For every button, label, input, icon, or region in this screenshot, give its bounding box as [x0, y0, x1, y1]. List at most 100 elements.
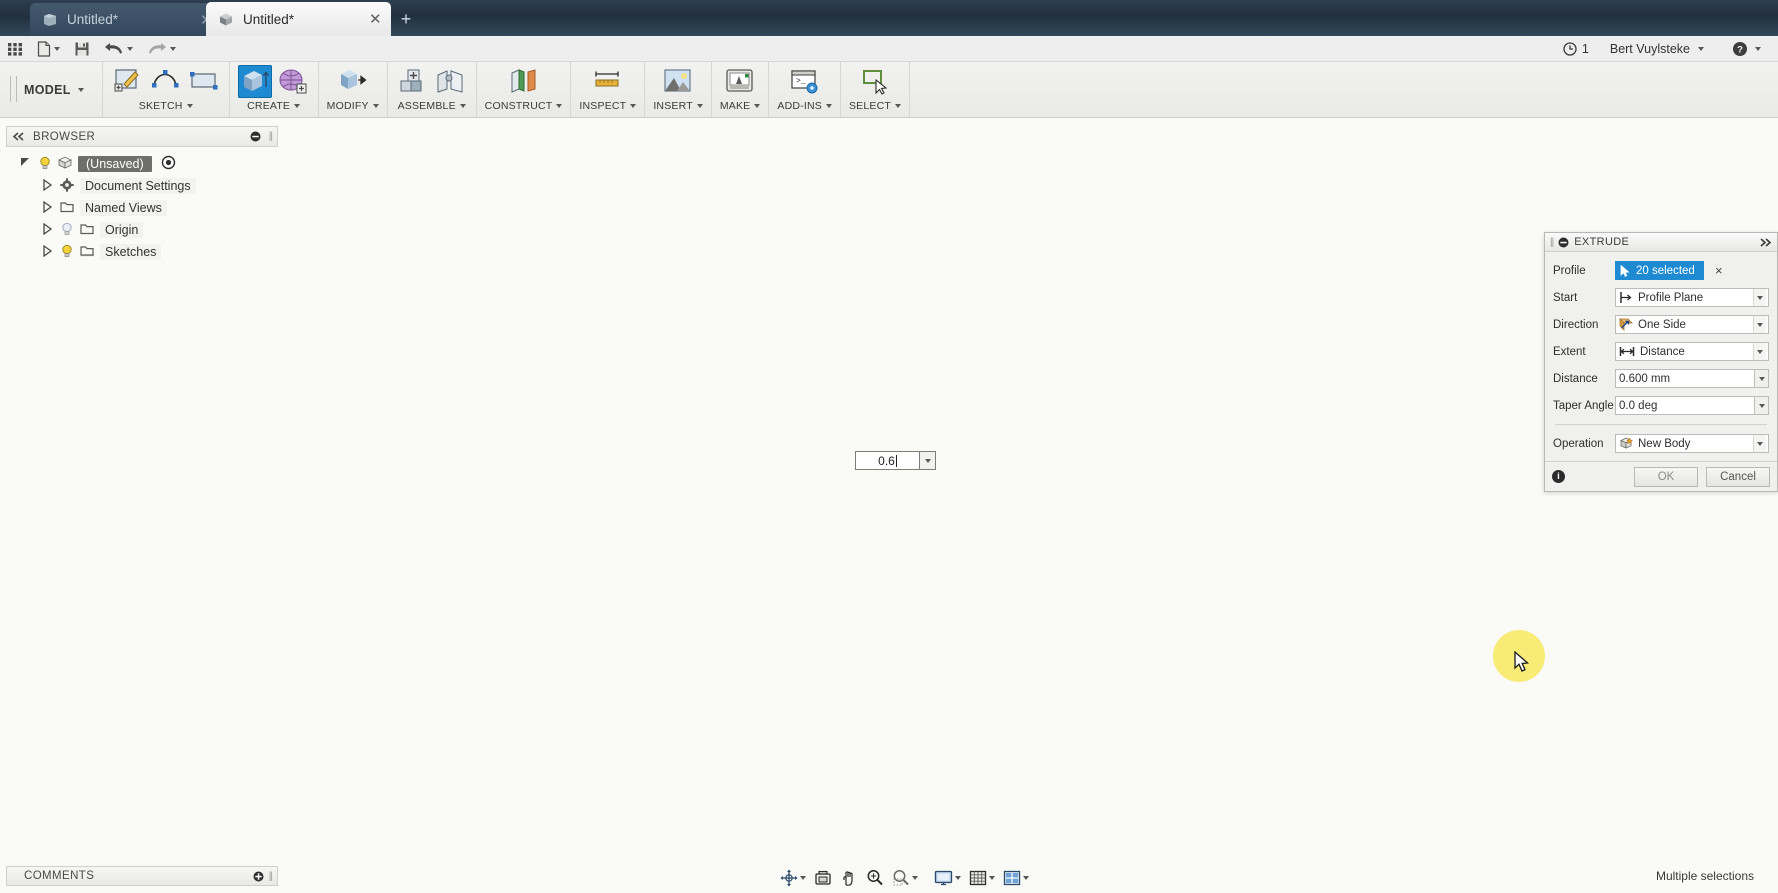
svg-text:?: ?: [1737, 44, 1743, 55]
ribbon-group-label[interactable]: CREATE: [247, 100, 301, 112]
minus-circle-icon[interactable]: [1558, 237, 1569, 248]
resize-grip-icon[interactable]: ||: [269, 131, 273, 142]
ribbon-group-label[interactable]: MODIFY: [327, 100, 379, 112]
save-button[interactable]: [67, 36, 97, 62]
tab-untitled-2[interactable]: Untitled* ✕: [206, 2, 391, 36]
extent-select[interactable]: Distance: [1615, 342, 1769, 361]
expand-triangle-icon[interactable]: [40, 222, 54, 238]
minimize-icon[interactable]: [250, 131, 261, 142]
direction-dropdown[interactable]: [1753, 316, 1766, 333]
chevron-down-icon: [170, 46, 176, 51]
inline-distance-input[interactable]: 0.6: [855, 451, 936, 470]
start-dropdown[interactable]: [1753, 289, 1766, 306]
browser-tree: (Unsaved) Document Settings Named Views …: [6, 147, 278, 263]
zoom-button[interactable]: [863, 867, 887, 889]
dialog-grip-icon[interactable]: ||: [1550, 237, 1554, 248]
ok-button[interactable]: OK: [1634, 466, 1698, 487]
profile-selection-chip[interactable]: 20 selected: [1615, 261, 1704, 280]
comments-label: COMMENTS: [24, 870, 95, 882]
joint-icon[interactable]: [434, 65, 468, 98]
clear-selection-button[interactable]: ×: [1713, 263, 1725, 278]
tree-item-sketches[interactable]: Sketches: [6, 241, 278, 263]
new-tab-button[interactable]: +: [396, 10, 416, 30]
viewports-button[interactable]: [1000, 867, 1032, 889]
dialog-title-bar[interactable]: || EXTRUDE: [1545, 233, 1777, 252]
press-pull-icon[interactable]: [336, 65, 370, 98]
info-icon[interactable]: i: [1552, 470, 1565, 483]
operation-select[interactable]: New Body: [1615, 434, 1769, 453]
distance-input[interactable]: 0.600 mm: [1615, 369, 1755, 388]
add-comment-icon[interactable]: [253, 871, 264, 882]
ribbon-group-label[interactable]: INSPECT: [579, 100, 637, 112]
tab-untitled-1[interactable]: Untitled* ✕: [30, 3, 222, 36]
resize-grip-icon[interactable]: ||: [269, 871, 273, 882]
expand-triangle-icon[interactable]: [18, 157, 32, 171]
operation-dropdown[interactable]: [1753, 435, 1766, 452]
taper-angle-dropdown[interactable]: [1755, 396, 1769, 415]
close-icon[interactable]: ✕: [369, 10, 382, 28]
comments-panel-header[interactable]: COMMENTS ||: [6, 866, 278, 886]
ribbon-group-label[interactable]: CONSTRUCT: [485, 100, 563, 112]
expand-triangle-icon[interactable]: [40, 244, 54, 260]
tree-item-origin[interactable]: Origin: [6, 219, 278, 241]
create-sketch-icon[interactable]: [111, 65, 145, 98]
look-at-button[interactable]: [811, 867, 835, 889]
start-plane-icon: [1620, 292, 1632, 303]
pan-button[interactable]: [837, 867, 861, 889]
select-window-icon[interactable]: [858, 65, 892, 98]
ribbon-group-label[interactable]: ASSEMBLE: [398, 100, 466, 112]
user-menu[interactable]: Bert Vuylsteke: [1603, 36, 1711, 62]
tree-item-named-views[interactable]: Named Views: [6, 197, 278, 219]
measure-icon[interactable]: [591, 65, 625, 98]
extrude-dialog[interactable]: || EXTRUDE Profile 20 selected × Start P…: [1544, 232, 1778, 492]
new-component-icon[interactable]: [396, 65, 430, 98]
redo-button[interactable]: [140, 36, 183, 62]
offset-plane-icon[interactable]: [507, 65, 541, 98]
orbit-button[interactable]: [777, 867, 809, 889]
inline-distance-dropdown[interactable]: [920, 451, 936, 470]
ribbon-group-label[interactable]: SELECT: [849, 100, 902, 112]
app-grid-button[interactable]: [0, 36, 30, 62]
taper-angle-input[interactable]: 0.0 deg: [1615, 396, 1755, 415]
distance-dropdown[interactable]: [1755, 369, 1769, 388]
workspace-selector[interactable]: MODEL: [0, 62, 103, 117]
expand-triangle-icon[interactable]: [40, 200, 54, 216]
extrude-icon[interactable]: [237, 65, 272, 98]
cancel-button[interactable]: Cancel: [1706, 466, 1770, 487]
display-settings-button[interactable]: [931, 867, 964, 889]
rectangle-icon[interactable]: [187, 65, 221, 98]
chevron-down-icon: [1757, 349, 1763, 354]
ribbon-group-label[interactable]: INSERT: [653, 100, 703, 112]
extent-value: Distance: [1640, 345, 1685, 358]
insert-image-icon[interactable]: [661, 65, 695, 98]
collapse-left-icon[interactable]: [12, 132, 25, 141]
direction-select[interactable]: One Side: [1615, 315, 1769, 334]
activate-component-icon[interactable]: [161, 155, 175, 173]
scripts-addins-icon[interactable]: >_: [788, 65, 822, 98]
visibility-bulb-icon[interactable]: [38, 156, 52, 173]
expand-triangle-icon[interactable]: [40, 178, 54, 194]
create-form-icon[interactable]: [276, 65, 310, 98]
chevron-down-icon: [955, 876, 961, 880]
visibility-bulb-icon[interactable]: [60, 244, 74, 261]
ribbon-group-label[interactable]: MAKE: [720, 100, 761, 112]
3d-print-icon[interactable]: [723, 65, 757, 98]
zoom-window-button[interactable]: [889, 867, 921, 889]
chevron-down-icon: [800, 876, 806, 880]
undo-button[interactable]: [97, 36, 140, 62]
spline-icon[interactable]: [149, 65, 183, 98]
visibility-bulb-icon[interactable]: [60, 222, 74, 239]
tree-item-unsaved[interactable]: (Unsaved): [6, 153, 278, 175]
expand-right-icon[interactable]: [1759, 237, 1772, 247]
help-icon: ?: [1733, 41, 1747, 56]
inline-distance-value-box[interactable]: 0.6: [855, 451, 920, 470]
new-document-button[interactable]: [30, 36, 67, 62]
help-button[interactable]: ?: [1725, 36, 1768, 62]
ribbon-group-label[interactable]: SKETCH: [139, 100, 193, 112]
grid-snaps-button[interactable]: [966, 867, 998, 889]
extent-dropdown[interactable]: [1753, 343, 1766, 360]
tree-item-document-settings[interactable]: Document Settings: [6, 175, 278, 197]
start-select[interactable]: Profile Plane: [1615, 288, 1769, 307]
ribbon-group-label[interactable]: ADD-INS: [777, 100, 832, 112]
job-status[interactable]: 1: [1563, 42, 1589, 56]
